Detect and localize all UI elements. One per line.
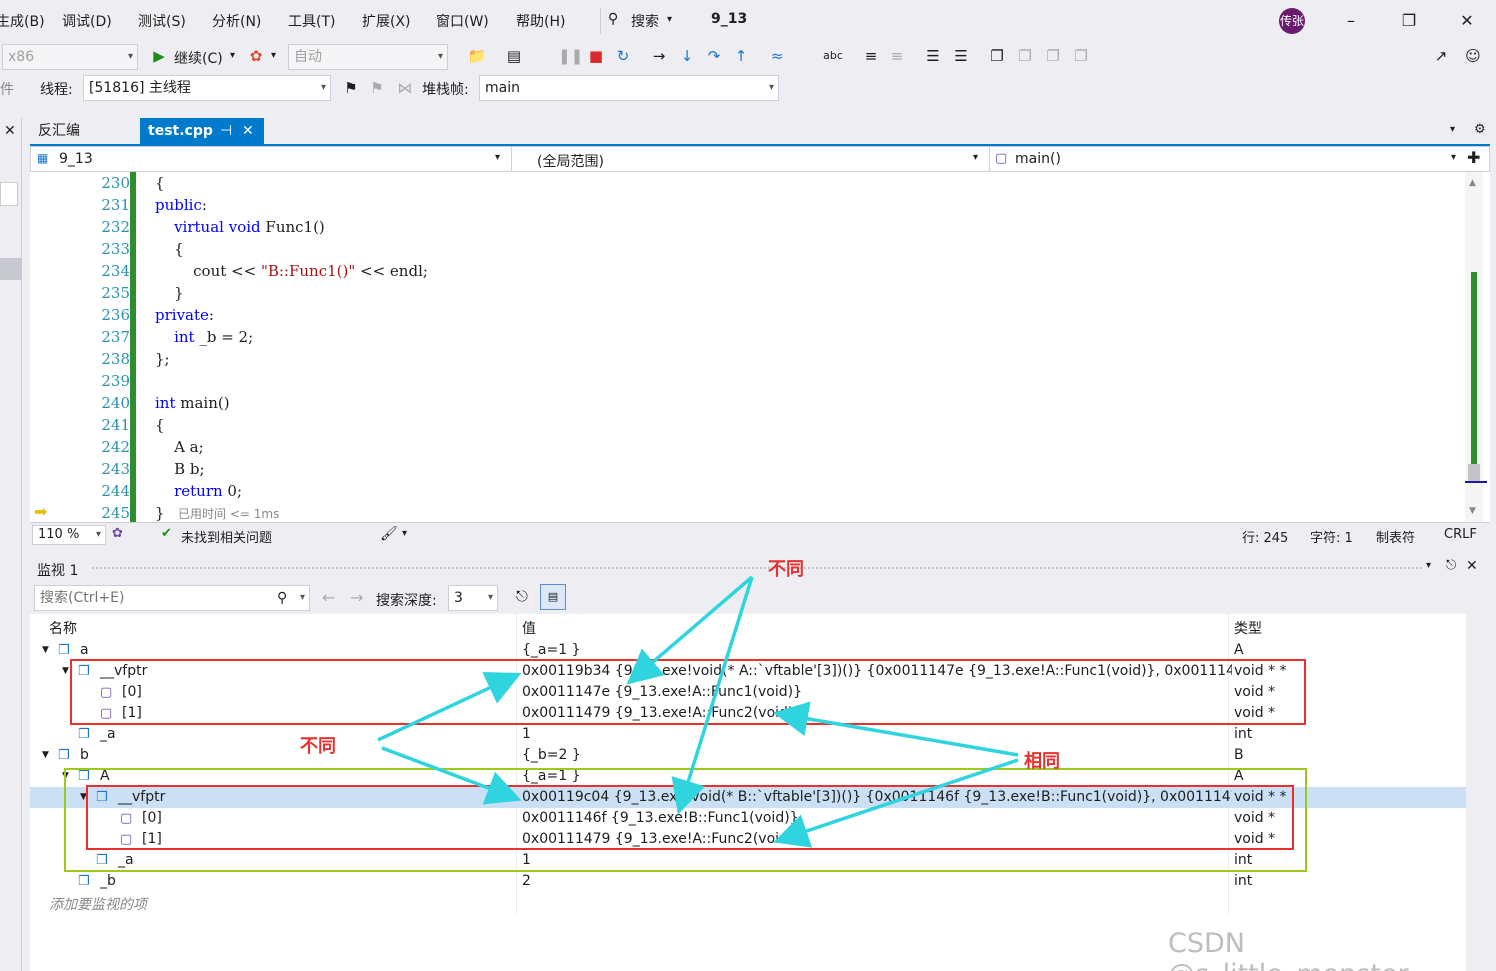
arrow-diff-top-to-a-vfptr <box>626 575 754 685</box>
annotation-arrows <box>377 575 1019 848</box>
watermark: CSDN @s_little_monster_ <box>1168 928 1422 971</box>
arrow-same-to-a-func2 <box>773 701 1019 757</box>
arrow-diff-left-to-a-vfptr <box>377 671 522 742</box>
arrow-diff-left-to-b-vfptr <box>381 746 522 805</box>
arrow-diff-top-to-b-vfptr <box>671 576 754 815</box>
arrow-same-to-b-func2 <box>773 758 1019 848</box>
